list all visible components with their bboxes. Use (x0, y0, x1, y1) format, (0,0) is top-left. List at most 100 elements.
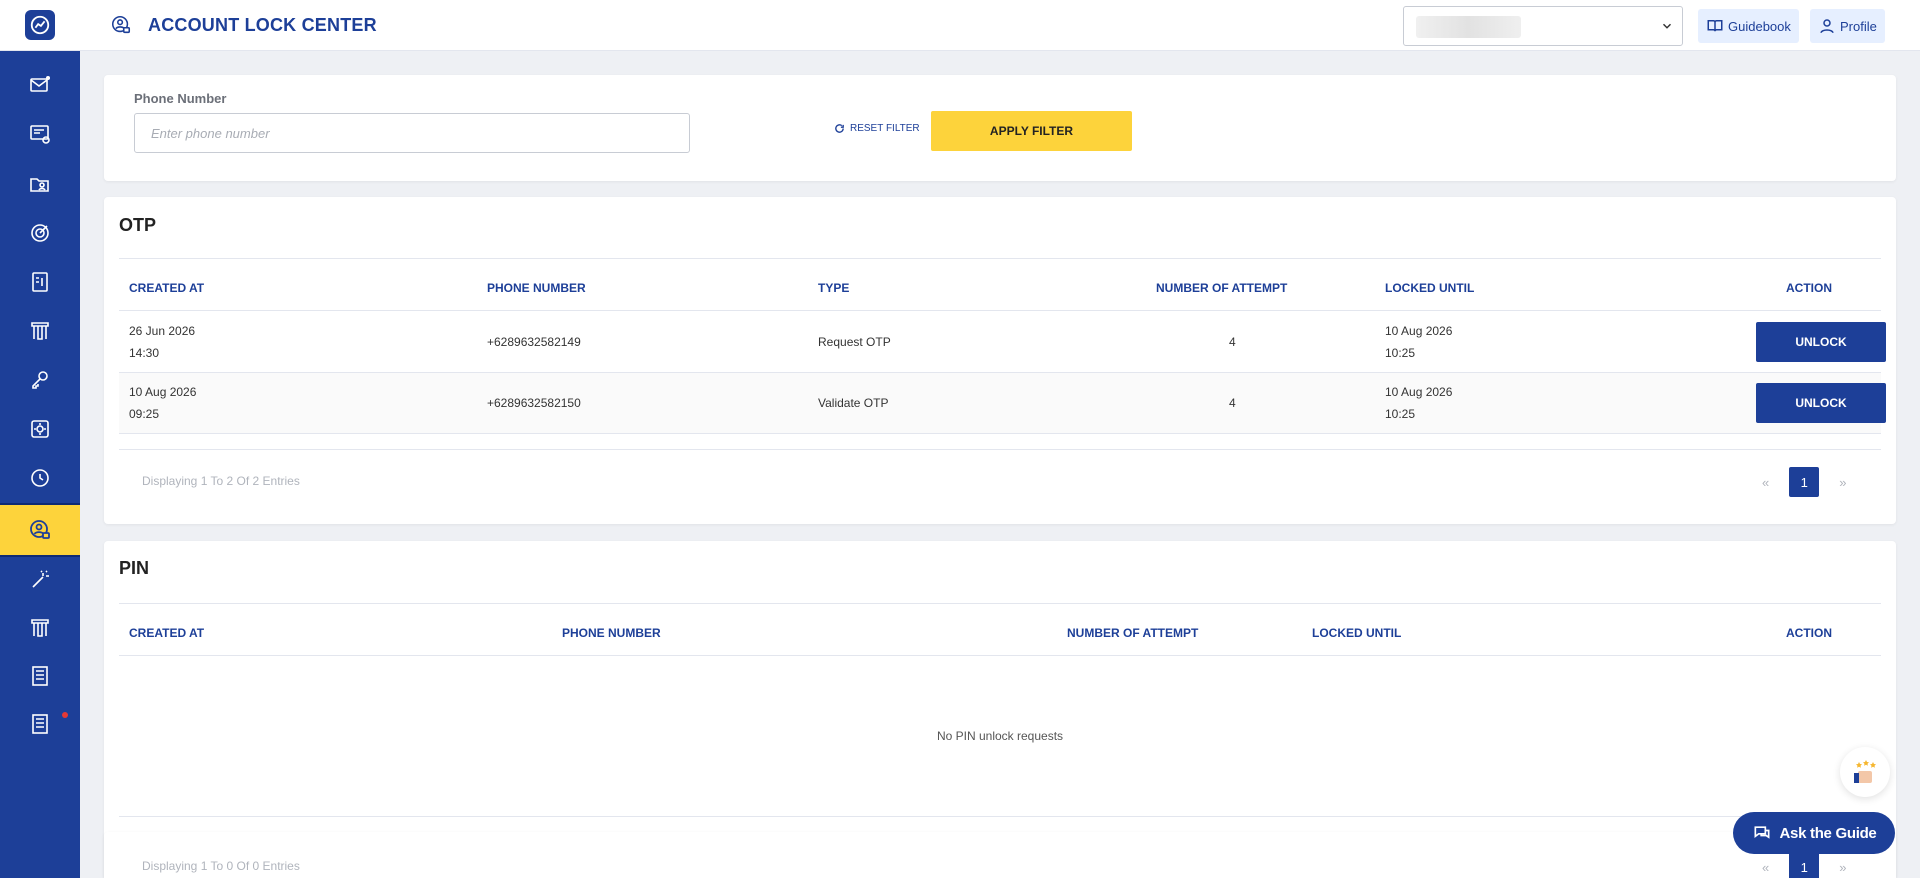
sidebar-item-history[interactable] (0, 454, 80, 502)
column-header-locked-until: LOCKED UNTIL (1312, 626, 1402, 640)
sidebar-item-document[interactable] (0, 258, 80, 306)
sidebar-item-folder[interactable] (0, 160, 80, 208)
user-icon (1820, 19, 1834, 34)
redacted-value (1416, 16, 1521, 38)
phone-number-label: Phone Number (134, 91, 227, 106)
key-icon (32, 371, 48, 389)
created-time: 09:25 (129, 407, 160, 421)
pin-table-header: CREATED AT PHONE NUMBER NUMBER OF ATTEMP… (119, 604, 1881, 656)
prev-page-button[interactable]: « (1762, 475, 1769, 490)
empty-state-message: No PIN unlock requests (936, 729, 1064, 743)
otp-table-header: CREATED AT PHONE NUMBER TYPE NUMBER OF A… (119, 259, 1881, 311)
profile-label: Profile (1840, 18, 1877, 34)
history-icon (31, 469, 49, 487)
pin-pagination: « 1 » (1762, 852, 1846, 878)
chevron-down-icon (1662, 23, 1672, 29)
locked-date: 10 Aug 2026 (1385, 385, 1453, 399)
attempts-cell: 4 (1229, 335, 1236, 349)
apply-filter-button[interactable]: APPLY FILTER (931, 111, 1132, 151)
created-at-cell: 10 Aug 2026 09:25 (129, 381, 196, 425)
sidebar-item-receipt-alert[interactable] (0, 700, 80, 748)
column-header-action: ACTION (1786, 626, 1832, 640)
sidebar-item-key[interactable] (0, 356, 80, 404)
next-page-button[interactable]: » (1839, 475, 1846, 490)
app-logo[interactable] (25, 10, 55, 40)
column-header-phone-number: PHONE NUMBER (562, 626, 661, 640)
sidebar-item-magic[interactable] (0, 556, 80, 604)
filter-panel: Phone Number RESET FILTER APPLY FILTER (104, 75, 1896, 181)
created-time: 14:30 (129, 346, 160, 360)
locked-until-cell: 10 Aug 2026 10:25 (1385, 320, 1452, 364)
reset-filter-label: RESET FILTER (850, 123, 920, 134)
page-title: ACCOUNT LOCK CENTER (148, 14, 377, 35)
target-icon (31, 224, 49, 242)
reset-filter-button[interactable]: RESET FILTER (834, 123, 920, 134)
locked-until-cell: 10 Aug 2026 10:25 (1385, 381, 1452, 425)
sidebar-item-receipt[interactable] (0, 652, 80, 700)
refresh-icon (835, 124, 844, 133)
prev-page-button[interactable]: « (1762, 860, 1769, 875)
ask-the-guide-button[interactable]: Ask the Guide (1733, 812, 1895, 854)
notification-dot (62, 712, 68, 718)
phone-number-cell: +6289632582150 (487, 396, 581, 410)
phone-number-input[interactable] (134, 113, 690, 153)
locked-time: 10:25 (1385, 346, 1416, 360)
next-page-button[interactable]: » (1839, 860, 1846, 875)
table-row: 26 Jun 2026 14:30 +6289632582149 Request… (119, 312, 1886, 373)
rewards-bubble[interactable] (1840, 747, 1890, 797)
guidebook-button[interactable]: Guidebook (1698, 9, 1799, 43)
locked-date: 10 Aug 2026 (1385, 324, 1453, 338)
sidebar-item-terminal[interactable] (0, 110, 80, 158)
sidebar-item-badge[interactable] (0, 405, 80, 453)
column-header-attempts: NUMBER OF ATTEMPT (1067, 626, 1199, 640)
column-header-created-at: CREATED AT (129, 626, 205, 640)
guidebook-label: Guidebook (1728, 18, 1791, 34)
otp-pagination-info: Displaying 1 To 2 Of 2 Entries (142, 474, 300, 488)
column-header-action: ACTION (1786, 281, 1832, 295)
receipt-alert-icon (32, 714, 48, 734)
unlock-button[interactable]: UNLOCK (1756, 322, 1886, 362)
sidebar-item-building-2[interactable] (0, 604, 80, 652)
chart-line-icon (30, 15, 50, 35)
column-header-created-at: CREATED AT (129, 281, 205, 295)
document-icon (32, 272, 48, 292)
page-header: ACCOUNT LOCK CENTER (110, 14, 377, 36)
rewards-icon (1854, 760, 1876, 783)
divider (119, 449, 1881, 450)
pin-pagination-info: Displaying 1 To 0 Of 0 Entries (142, 859, 300, 873)
locked-time: 10:25 (1385, 407, 1416, 421)
divider (119, 816, 1881, 817)
pin-card: PIN CREATED AT PHONE NUMBER NUMBER OF AT… (104, 541, 1896, 878)
building-icon (31, 322, 49, 340)
created-date: 26 Jun 2026 (129, 324, 196, 338)
column-header-phone-number: PHONE NUMBER (487, 281, 586, 295)
page-button-current[interactable]: 1 (1789, 467, 1820, 497)
chat-icon (1754, 826, 1770, 839)
attempts-cell: 4 (1229, 396, 1236, 410)
created-at-cell: 26 Jun 2026 14:30 (129, 320, 195, 364)
profile-button[interactable]: Profile (1810, 9, 1885, 43)
user-lock-icon (30, 520, 50, 539)
table-row: 10 Aug 2026 09:25 +6289632582150 Validat… (119, 373, 1886, 434)
folder-user-icon (30, 178, 49, 192)
sidebar (0, 0, 80, 878)
column-header-locked-until: LOCKED UNTIL (1385, 281, 1475, 295)
page-button-current[interactable]: 1 (1789, 852, 1820, 878)
column-header-attempts: NUMBER OF ATTEMPT (1156, 281, 1288, 295)
sidebar-item-account-lock[interactable] (0, 503, 80, 557)
top-bar: ACCOUNT LOCK CENTER Guidebook Profile (80, 0, 1920, 51)
column-header-type: TYPE (818, 281, 850, 295)
mail-icon (30, 76, 50, 92)
sidebar-item-target[interactable] (0, 209, 80, 257)
otp-card: OTP CREATED AT PHONE NUMBER TYPE NUMBER … (104, 197, 1896, 524)
sidebar-item-building[interactable] (0, 307, 80, 355)
created-date: 10 Aug 2026 (129, 385, 197, 399)
merchant-select[interactable] (1403, 6, 1683, 46)
terminal-settings-icon (30, 125, 50, 144)
otp-pagination: « 1 » (1762, 467, 1846, 497)
unlock-button[interactable]: UNLOCK (1756, 383, 1886, 423)
sidebar-item-inbox[interactable] (0, 61, 80, 109)
pin-pagination-bar: Displaying 1 To 0 Of 0 Entries « 1 » (104, 832, 1896, 878)
pin-section-title: PIN (119, 558, 150, 578)
type-cell: Request OTP (818, 335, 891, 349)
